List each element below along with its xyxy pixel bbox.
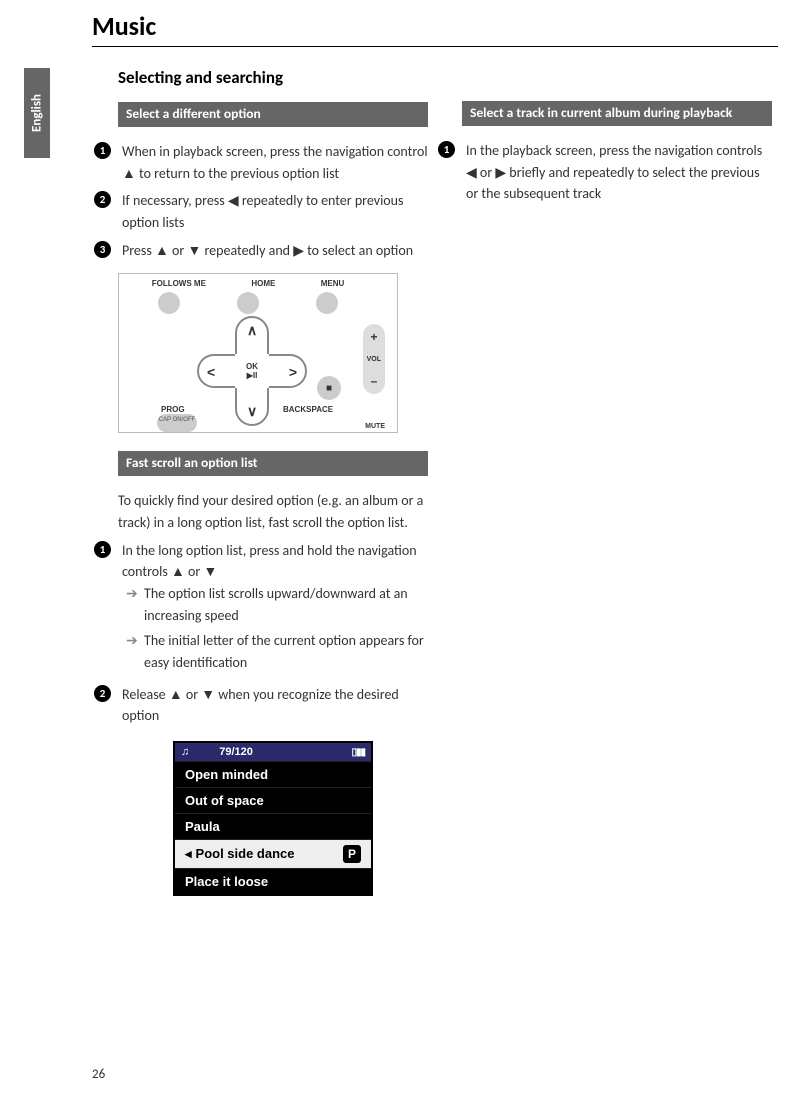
divider <box>92 46 778 47</box>
chapter-title: Music <box>92 10 803 42</box>
step-number-2: 2 <box>94 190 116 208</box>
signal-icon: ▯▮▮ <box>351 747 365 758</box>
letter-badge: P <box>343 845 361 863</box>
remote-btn-stop: ■ <box>317 376 341 400</box>
result-arrow-icon: ➔ <box>126 630 144 673</box>
screen-row-selected: ◂Pool side dance P <box>175 839 371 868</box>
language-tab: English <box>24 68 50 158</box>
vol-plus-icon: + <box>370 330 377 344</box>
device-screen-illustration: ♫ 79/120 ▯▮▮ Open minded Out of space Pa… <box>173 741 373 896</box>
remote-ok-label: OK <box>246 362 258 371</box>
step-2-2-text: Release ▲ or ▼ when you recognize the de… <box>122 684 428 727</box>
step-number-3: 3 <box>94 240 116 258</box>
remote-up-icon: ∧ <box>247 322 257 339</box>
result-arrow-icon: ➔ <box>126 583 144 626</box>
sub-2-1b: The initial letter of the current option… <box>144 630 428 673</box>
heading-select-different: Select a different option <box>118 102 428 127</box>
step-number-1: 1 <box>94 141 116 159</box>
screen-counter: 79/120 <box>219 746 253 758</box>
screen-row: Paula <box>175 813 371 839</box>
step-2-1-text: In the long option list, press and hold … <box>122 540 428 678</box>
remote-illustration: FOLLOWS ME HOME MENU OK ▶II ∧ <box>118 273 398 433</box>
remote-right-icon: > <box>289 364 297 380</box>
fast-scroll-intro: To quickly find your desired option (e.g… <box>118 490 428 533</box>
sub-2-1a: The option list scrolls upward/downward … <box>144 583 428 626</box>
section-title: Selecting and searching <box>118 67 428 88</box>
step-2-text: If necessary, press ◀ repeatedly to ente… <box>122 190 428 233</box>
step-3-text: Press ▲ or ▼ repeatedly and ▶ to select … <box>122 240 413 262</box>
remote-label-mute: MUTE <box>365 423 385 430</box>
remote-btn-menu <box>316 292 338 314</box>
remote-btn-home <box>237 292 259 314</box>
step-number-2b: 2 <box>94 684 116 702</box>
remote-label-followsme: FOLLOWS ME <box>152 279 206 288</box>
right-step-1-text: In the playback screen, press the naviga… <box>466 140 772 205</box>
right-column: Select a track in current album during p… <box>462 67 772 896</box>
remote-btn-followsme <box>158 292 180 314</box>
caret-left-icon: ◂ <box>185 846 192 861</box>
music-note-icon: ♫ <box>181 746 189 758</box>
heading-fast-scroll: Fast scroll an option list <box>118 451 428 476</box>
heading-select-track: Select a track in current album during p… <box>462 101 772 126</box>
remote-left-icon: < <box>207 364 215 380</box>
vol-minus-icon: – <box>371 374 378 388</box>
remote-label-prog: PROG <box>161 405 185 414</box>
step-1-text: When in playback screen, press the navig… <box>122 141 428 184</box>
remote-label-vol: VOL <box>367 356 381 363</box>
remote-playpause-icon: ▶II <box>247 371 258 380</box>
page-number: 26 <box>92 1067 105 1082</box>
screen-row: Out of space <box>175 787 371 813</box>
remote-btn-cap: CAP ON/OFF <box>157 414 197 432</box>
remote-label-backspace: BACKSPACE <box>283 405 333 414</box>
remote-label-home: HOME <box>251 279 275 288</box>
remote-label-menu: MENU <box>321 279 345 288</box>
step-number-1b: 1 <box>94 540 116 558</box>
left-column: Selecting and searching Select a differe… <box>118 67 428 896</box>
remote-down-icon: ∨ <box>247 403 257 420</box>
screen-row: Open minded <box>175 761 371 787</box>
screen-row: Place it loose <box>175 868 371 894</box>
step-number-1c: 1 <box>438 140 460 158</box>
